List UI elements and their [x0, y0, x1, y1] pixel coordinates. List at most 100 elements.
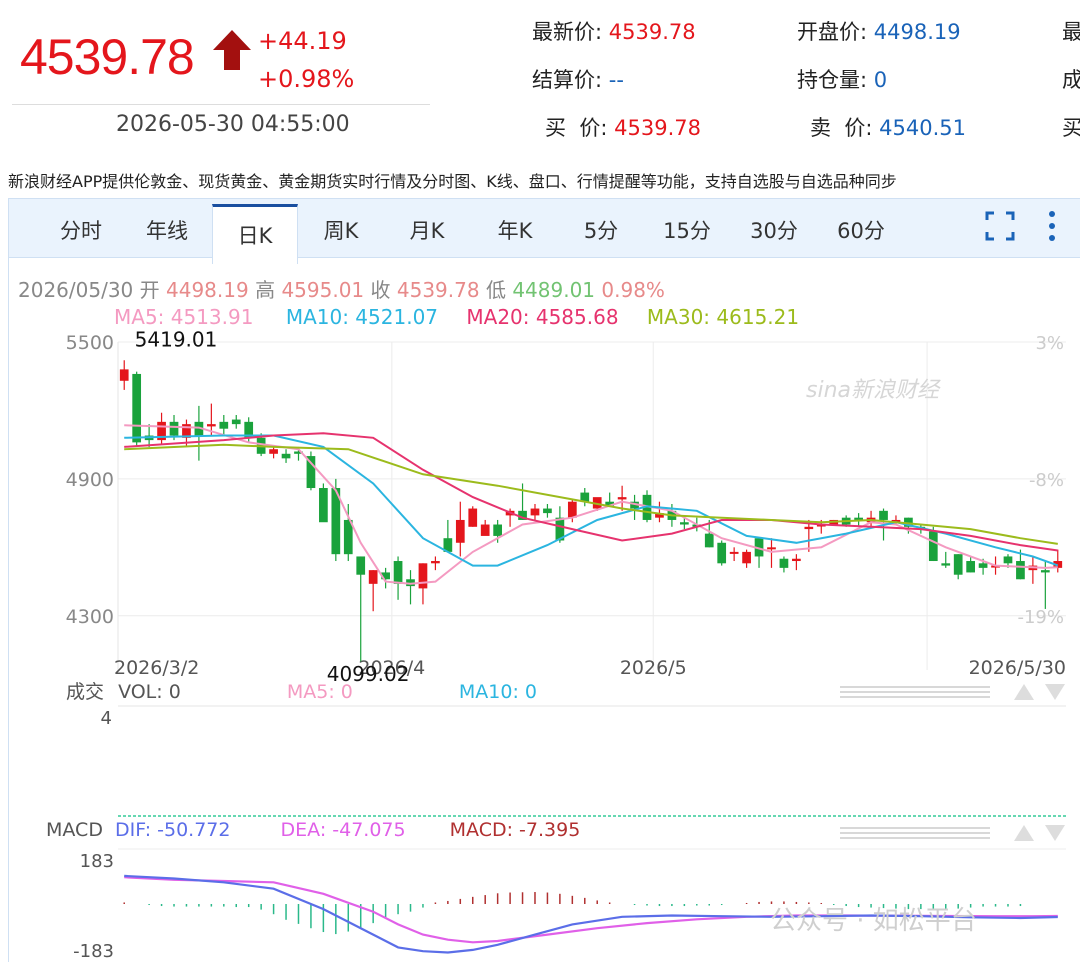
- candle-body: [119, 369, 129, 381]
- macd-scroll-down-icon: [1045, 825, 1065, 841]
- volume-chart: 4: [101, 705, 1066, 817]
- scroll-down-icon: [1045, 684, 1065, 700]
- candle-body: [941, 563, 951, 566]
- candle-body: [978, 563, 988, 568]
- x-tick-label: 2026/5/30: [969, 657, 1066, 679]
- tab-15min[interactable]: 15分: [655, 199, 719, 257]
- quote-datetime: 2026-05-30 04:55:00: [116, 112, 350, 137]
- candle-body: [1040, 570, 1050, 573]
- candle-body: [480, 524, 490, 536]
- tab-5min[interactable]: 5分: [569, 199, 633, 257]
- tab-year-line[interactable]: 年线: [135, 199, 199, 257]
- change-percent: +0.98%: [258, 65, 355, 93]
- tab-30min[interactable]: 30分: [742, 199, 806, 257]
- ohlc-pct: 0.98%: [601, 278, 665, 302]
- candle-body: [617, 497, 627, 500]
- candle-body: [393, 561, 403, 584]
- tab-yearly-k[interactable]: 年K: [483, 199, 547, 257]
- ma30-legend: MA30: 4615.21: [646, 305, 800, 329]
- pct-tick-label: -8%: [1029, 470, 1064, 491]
- x-tick-label: 2026/3/2: [114, 657, 199, 679]
- candle-body: [804, 526, 814, 530]
- bid-price-field: 买 价: 4539.78: [545, 116, 701, 140]
- ohlc-date: 2026/05/30: [18, 278, 134, 302]
- cut-field-3: 买: [1062, 116, 1080, 140]
- candle-body: [269, 449, 278, 454]
- header-divider: [12, 104, 430, 105]
- tab-60min[interactable]: 60分: [829, 199, 893, 257]
- cut-field-2: 成: [1062, 68, 1080, 92]
- settle-price-field: 结算价: --: [532, 68, 624, 92]
- ohlc-open: 4498.19: [166, 278, 249, 302]
- candle-body: [729, 551, 739, 554]
- macd-value: MACD: -7.395: [449, 819, 581, 841]
- macd-legend: MACD DIF: -50.772 DEA: -47.075 MACD: -7.…: [46, 819, 580, 841]
- candle-body: [767, 547, 776, 550]
- tab-daily-k[interactable]: 日K: [212, 204, 298, 264]
- ohlc-high-label: 高: [255, 278, 276, 302]
- candle-body: [966, 561, 976, 573]
- scroll-up-icon: [1014, 684, 1034, 700]
- up-arrow-icon: [213, 30, 251, 70]
- candle-body: [455, 519, 465, 543]
- ohlc-high: 4595.01: [281, 278, 365, 302]
- candle-body: [779, 558, 789, 568]
- y-tick-label: 4300: [66, 606, 114, 628]
- ohlc-low-label: 低: [485, 278, 506, 302]
- candle-body: [219, 421, 229, 429]
- ohlc-low: 4489.01: [512, 278, 596, 302]
- x-tick-label: 2026/5: [620, 657, 687, 679]
- candle-body: [319, 488, 328, 523]
- candle-body: [356, 556, 366, 575]
- candle-body: [206, 424, 216, 427]
- fullscreen-icon[interactable]: [985, 211, 1015, 241]
- volume-scroll-controls[interactable]: [840, 682, 1070, 702]
- sina-watermark: sina新浪财经: [806, 378, 939, 403]
- macd-label: MACD: [46, 819, 103, 841]
- more-menu-icon[interactable]: [1045, 209, 1059, 243]
- ma10-line: [124, 434, 1059, 567]
- ohlc-close-label: 收: [370, 278, 391, 302]
- open-interest-field: 持仓量: 0: [797, 68, 888, 92]
- candle-body: [169, 421, 179, 436]
- macd-scroll-controls[interactable]: [840, 823, 1070, 843]
- candle-body: [530, 508, 540, 516]
- macd-ymin: -183: [73, 941, 114, 961]
- tab-intraday[interactable]: 分时: [49, 199, 113, 257]
- candle-body: [704, 533, 714, 548]
- candle-body: [431, 561, 440, 564]
- ma-legend: MA5: 4513.91 MA10: 4521.07 MA20: 4585.68…: [114, 305, 799, 329]
- ohlc-open-label: 开: [139, 278, 160, 302]
- candle-body: [1003, 556, 1013, 564]
- promo-text: 新浪财经APP提供伦敦金、现货黄金、黄金期货实时行情及分时图、K线、盘口、行情提…: [8, 172, 897, 191]
- max-price-label: 5419.01: [135, 330, 218, 352]
- candle-body: [717, 542, 727, 564]
- candle-body: [231, 419, 241, 425]
- ma10-legend: MA10: 4521.07: [285, 305, 439, 329]
- candle-body: [679, 522, 689, 525]
- open-price-field: 开盘价: 4498.19: [797, 20, 961, 44]
- pct-tick-label: 3%: [1035, 333, 1064, 354]
- ohlc-info: 2026/05/30 开 4498.19 高 4595.01 收 4539.78…: [18, 274, 665, 303]
- candle-body: [418, 563, 428, 589]
- candle-body: [281, 453, 291, 459]
- y-tick-label: 5500: [66, 332, 114, 354]
- wechat-watermark: 公众号 · 如松平台: [770, 906, 977, 936]
- pct-tick-label: -19%: [1017, 607, 1064, 628]
- macd-dea: DEA: -47.075: [280, 819, 406, 841]
- candle-body: [468, 508, 478, 527]
- candle-body: [567, 501, 577, 518]
- ma5-legend: MA5: 4513.91: [114, 305, 254, 329]
- tab-weekly-k[interactable]: 周K: [309, 199, 373, 257]
- macd-dif: DIF: -50.772: [115, 819, 231, 841]
- candle-body: [792, 558, 801, 562]
- macd-scroll-up-icon: [1014, 825, 1034, 841]
- change-value: +44.19: [258, 27, 347, 55]
- ask-price-field: 卖 价: 4540.51: [810, 116, 966, 140]
- cut-field-1: 最: [1062, 20, 1080, 44]
- candle-body: [1016, 561, 1025, 580]
- candle-body: [879, 510, 888, 520]
- candle-body: [928, 531, 938, 562]
- period-tabs: 分时 年线 日K 周K 月K 年K 5分 15分 30分 60分: [9, 199, 1080, 264]
- tab-monthly-k[interactable]: 月K: [395, 199, 459, 257]
